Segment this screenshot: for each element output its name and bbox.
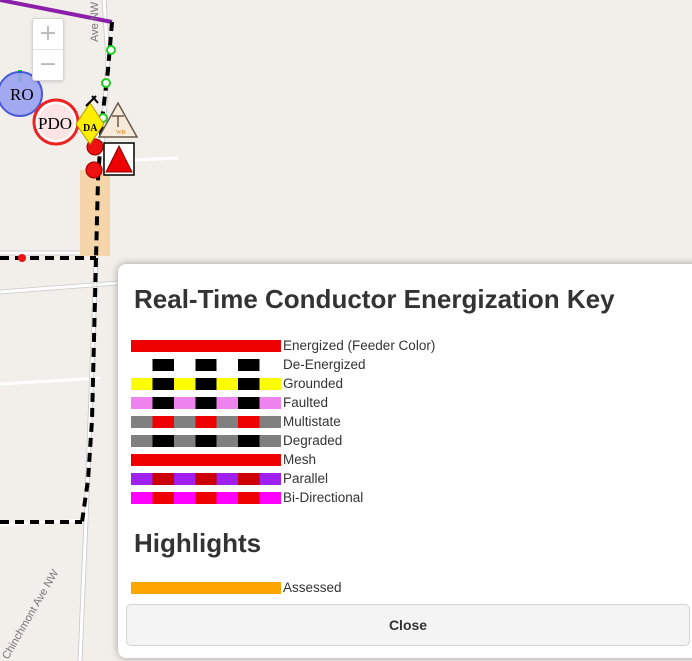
key-label: Energized (Feeder Color) <box>283 338 436 353</box>
swatch <box>131 397 281 409</box>
warning-triangle-icon[interactable] <box>103 142 135 176</box>
svg-text:WB: WB <box>116 130 126 136</box>
key-row-energized: Energized (Feeder Color) <box>131 339 435 353</box>
key-label: Mesh <box>283 452 317 467</box>
key-label: Assessed <box>283 580 342 595</box>
zoom-control: + − <box>32 18 64 81</box>
swatch <box>131 582 281 594</box>
key-label: Faulted <box>283 395 329 410</box>
highlights-title: Highlights <box>134 528 262 558</box>
key-row-grounded: Grounded <box>131 377 343 391</box>
edge-node[interactable] <box>18 254 26 262</box>
swatch <box>131 454 281 466</box>
key-label: De-Energized <box>283 357 366 372</box>
street-label-top: Ave NW <box>89 1 101 42</box>
key-row-multistate: Multistate <box>131 415 341 429</box>
key-label: Bi-Directional <box>283 490 364 505</box>
swatch <box>131 473 281 485</box>
zoom-out-button[interactable]: − <box>33 49 63 80</box>
key-label: Parallel <box>283 471 329 486</box>
close-button[interactable]: Close <box>126 604 690 646</box>
swatch <box>131 340 281 352</box>
swatch <box>131 435 281 447</box>
swatch <box>131 359 281 371</box>
swatch <box>131 492 281 504</box>
key-row-de-energized: De-Energized <box>131 358 366 372</box>
svg-text:DA: DA <box>83 123 98 134</box>
energization-key-panel: Real-Time Conductor Energization Key Ene… <box>118 264 692 658</box>
key-label: Multistate <box>283 414 341 429</box>
key-row-faulted: Faulted <box>131 396 328 410</box>
legend-title: Real-Time Conductor Energization Key <box>134 284 615 314</box>
svg-text:PDO: PDO <box>38 114 72 133</box>
svg-text:RO: RO <box>10 85 34 104</box>
service-area-highlight <box>80 170 110 256</box>
key-row-degraded: Degraded <box>131 434 342 448</box>
key-row-parallel: Parallel <box>131 472 328 486</box>
key-label: Grounded <box>283 376 344 391</box>
street-label-line <box>131 156 179 162</box>
swatch <box>131 378 281 390</box>
zoom-in-button[interactable]: + <box>33 19 63 49</box>
pdo-symbol-icon[interactable]: PDO <box>32 98 80 146</box>
key-row-assessed: Assessed <box>131 581 342 595</box>
key-row-mesh: Mesh <box>131 453 316 467</box>
swatch <box>131 416 281 428</box>
key-label: Degraded <box>283 433 343 448</box>
key-row-bi-directional: Bi-Directional <box>131 491 363 505</box>
